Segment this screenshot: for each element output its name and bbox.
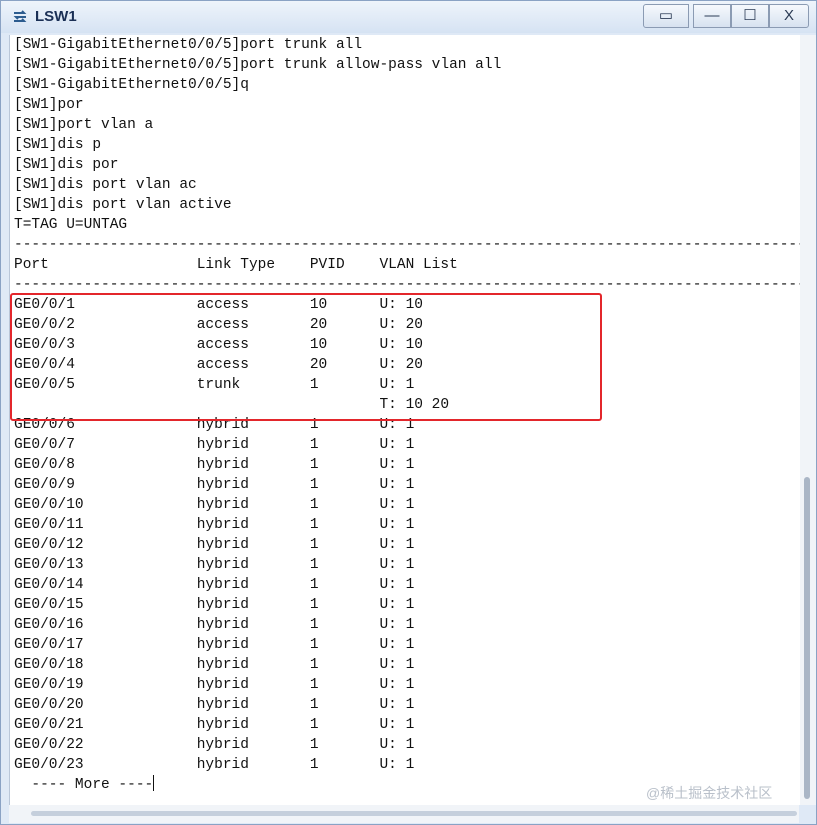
terminal-line: [SW1]dis por [14,157,119,173]
close-button[interactable]: X [769,4,809,28]
terminal-line: GE0/0/13 hybrid 1 U: 1 [14,557,415,573]
terminal-line: GE0/0/20 hybrid 1 U: 1 [14,697,415,713]
terminal-line: T=TAG U=UNTAG [14,217,128,233]
terminal-line: ----------------------------------------… [14,277,800,293]
terminal-line: GE0/0/11 hybrid 1 U: 1 [14,517,415,533]
terminal-line: GE0/0/19 hybrid 1 U: 1 [14,677,415,693]
terminal-line: Port Link Type PVID VLAN List [14,257,458,273]
terminal-line: GE0/0/23 hybrid 1 U: 1 [14,757,415,773]
text-cursor [153,775,155,791]
terminal-line: GE0/0/7 hybrid 1 U: 1 [14,437,415,453]
terminal-line: [SW1]dis port vlan ac [14,177,197,193]
terminal-line: GE0/0/14 hybrid 1 U: 1 [14,577,415,593]
terminal-line: GE0/0/16 hybrid 1 U: 1 [14,617,415,633]
terminal-line: [SW1]por [14,97,84,113]
terminal-line: [SW1-GigabitEthernet0/0/5]port trunk all… [14,57,502,73]
terminal-line: GE0/0/12 hybrid 1 U: 1 [14,537,415,553]
terminal-line: [SW1-GigabitEthernet0/0/5]port trunk all [14,37,363,53]
horizontal-scroll-thumb[interactable] [31,811,797,816]
vertical-scroll-thumb[interactable] [804,477,810,799]
highlight-box [10,293,602,421]
more-prompt: ---- More ---- [14,777,154,793]
window-title: LSW1 [35,8,77,25]
terminal-line: GE0/0/17 hybrid 1 U: 1 [14,637,415,653]
maximize-button[interactable]: ☐ [731,4,769,28]
terminal-line: GE0/0/9 hybrid 1 U: 1 [14,477,415,493]
minimize-button[interactable]: — [693,4,731,28]
terminal-line: [SW1]dis p [14,137,102,153]
terminal-line: [SW1-GigabitEthernet0/0/5]q [14,77,249,93]
terminal-line: [SW1]port vlan a [14,117,154,133]
terminal-line: GE0/0/10 hybrid 1 U: 1 [14,497,415,513]
terminal-line: GE0/0/8 hybrid 1 U: 1 [14,457,415,473]
terminal-line: GE0/0/22 hybrid 1 U: 1 [14,737,415,753]
watermark-text: @稀土掘金技术社区 [646,785,773,801]
terminal-line: ----------------------------------------… [14,237,800,253]
switch-icon [13,10,27,22]
restore-size-button[interactable]: ▭ [643,4,689,28]
terminal-line: GE0/0/18 hybrid 1 U: 1 [14,657,415,673]
terminal-window: LSW1 ▭ — ☐ X [SW1-GigabitEthernet0/0/5]p… [0,0,817,825]
terminal-line: [SW1]dis port vlan active [14,197,232,213]
terminal-line: GE0/0/15 hybrid 1 U: 1 [14,597,415,613]
terminal-line: GE0/0/21 hybrid 1 U: 1 [14,717,415,733]
title-bar[interactable]: LSW1 ▭ — ☐ X [1,1,816,33]
